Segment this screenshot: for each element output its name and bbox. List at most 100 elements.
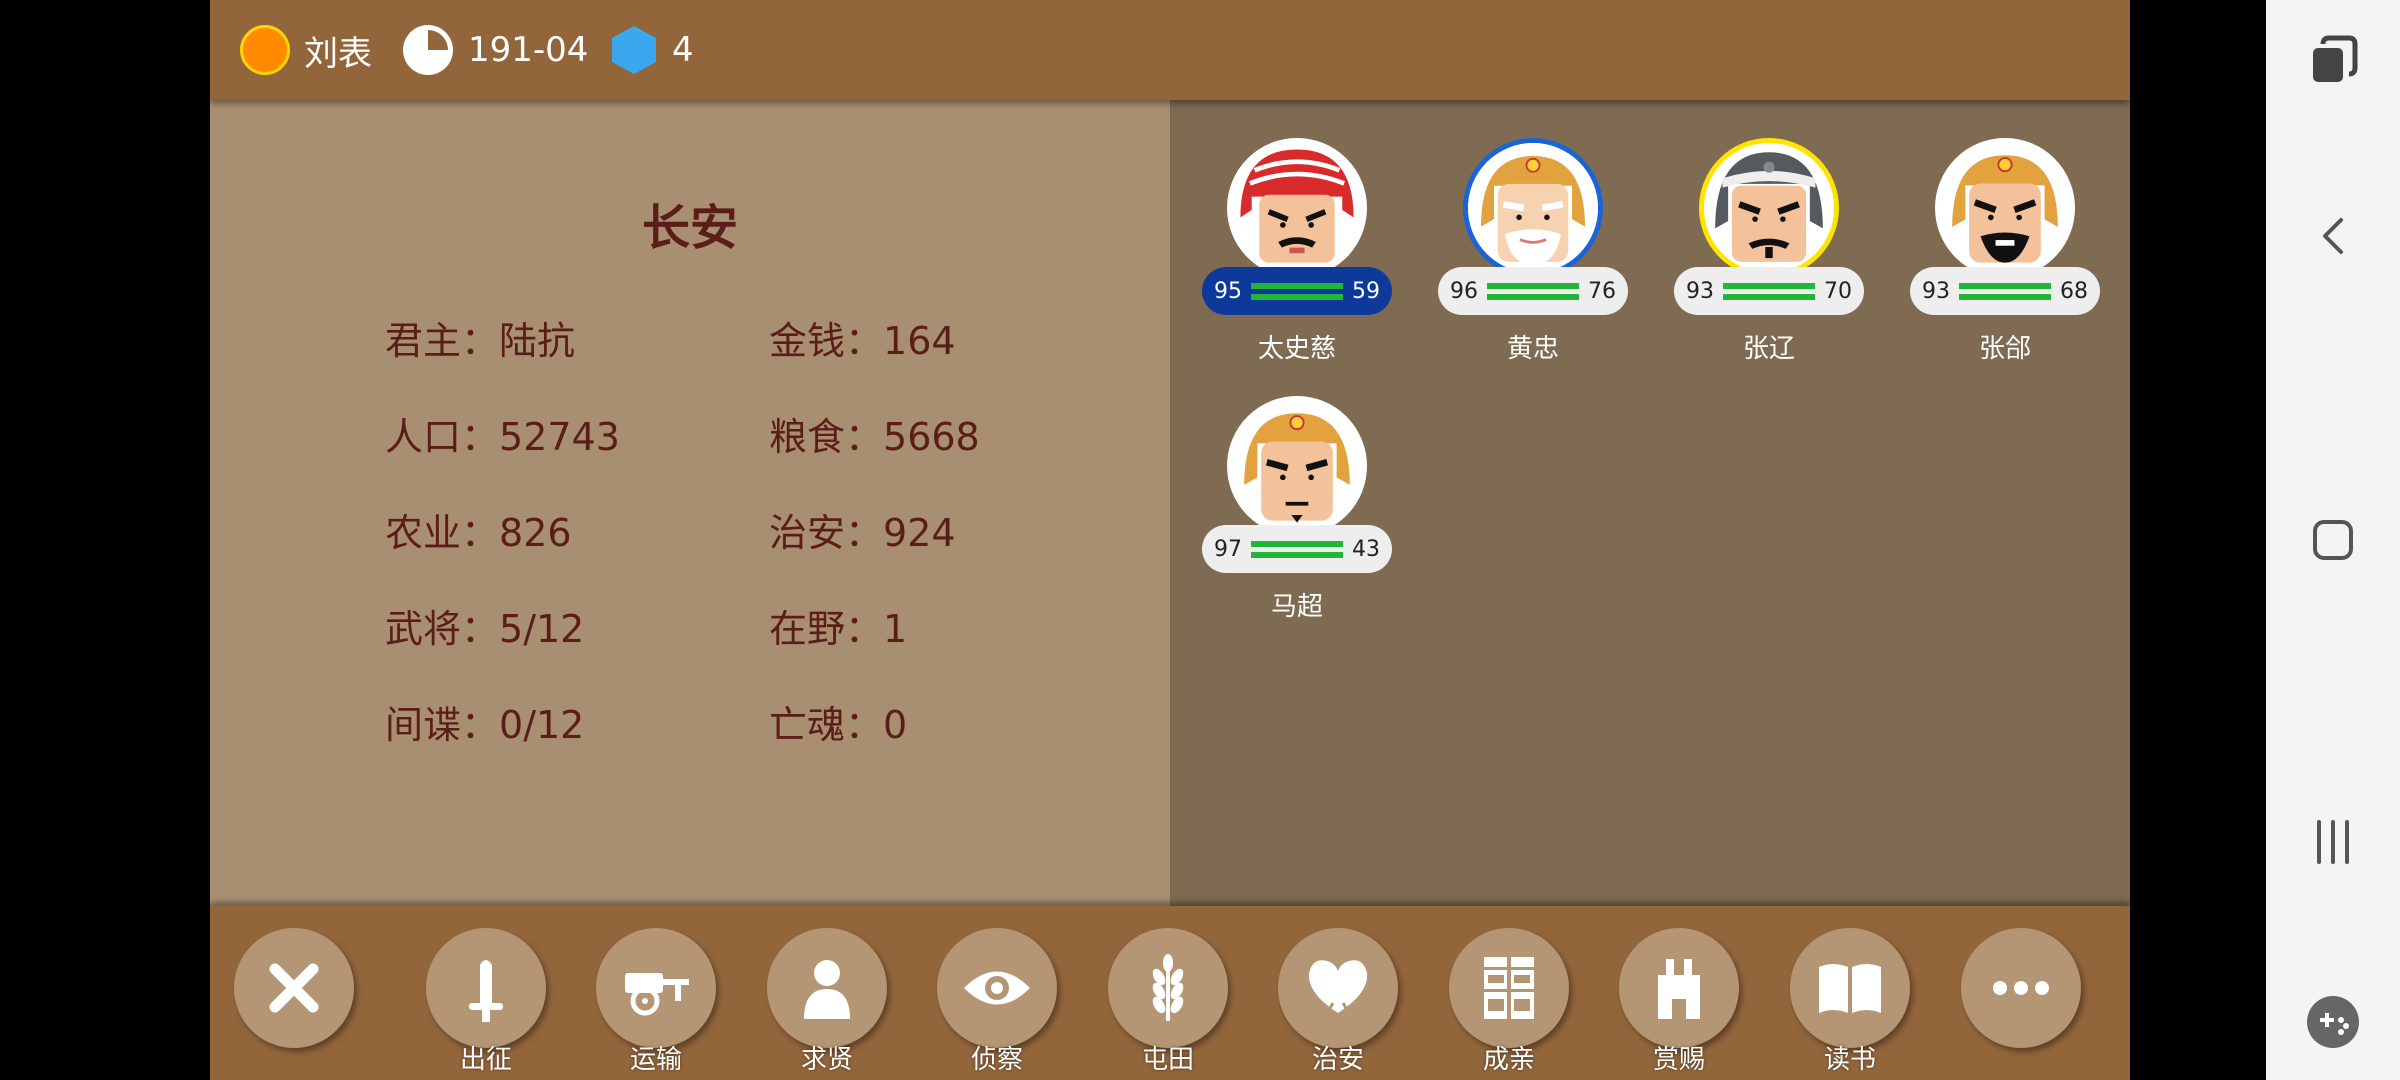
stat-value: 164: [883, 319, 956, 363]
multi-window-icon[interactable]: [2303, 30, 2363, 90]
action-recruit-button[interactable]: 求贤: [767, 928, 887, 1076]
general-card[interactable]: 93 70 张辽: [1674, 138, 1864, 378]
general-stat-left: 93: [1686, 278, 1714, 304]
top-status-bar: 刘表 191-04 4: [210, 0, 2130, 100]
general-ability-bars: [1723, 282, 1815, 300]
general-card[interactable]: 96 76 黄忠: [1438, 138, 1628, 378]
lord-indicator: 刘表: [240, 0, 372, 100]
action-label: 赏赐: [1652, 1045, 1705, 1075]
general-stat-right: 59: [1352, 278, 1380, 304]
gem-count: 4: [672, 30, 694, 70]
stat-label: 间谍：: [385, 703, 500, 747]
action-circle: [1278, 928, 1398, 1048]
action-label: 屯田: [1141, 1045, 1194, 1075]
general-card[interactable]: 95 59 太史慈: [1202, 138, 1392, 378]
stat-label: 人口：: [385, 415, 500, 459]
stat-label: 君主：: [385, 319, 500, 363]
stat-label: 农业：: [385, 511, 500, 555]
stat-value: 5/12: [499, 607, 585, 651]
home-icon[interactable]: [2303, 510, 2363, 570]
general-stat-bar: 93 68: [1910, 267, 2100, 315]
action-label: 侦察: [970, 1045, 1023, 1075]
action-study-button[interactable]: 读书: [1790, 928, 1910, 1076]
general-stat-right: 76: [1588, 278, 1616, 304]
recent-apps-icon[interactable]: [2303, 812, 2363, 872]
action-scout-button[interactable]: 侦察: [937, 928, 1057, 1076]
stat-value: 0/12: [499, 703, 585, 747]
city-name: 长安: [641, 200, 738, 256]
action-circle: [1449, 928, 1569, 1048]
more-button-circle: [1961, 928, 2081, 1048]
general-stat-right: 70: [1824, 278, 1852, 304]
back-icon[interactable]: [2303, 206, 2363, 266]
stat-label: 武将：: [385, 607, 500, 651]
city-info-panel: 长安 君主：陆抗 金钱：164 人口：52743 粮食：5668 农业：826 …: [210, 100, 1170, 906]
person-icon: [804, 960, 850, 1019]
action-label: 运输: [629, 1045, 682, 1075]
stat-security: 治安：924: [769, 502, 956, 557]
general-stat-bar: 95 59: [1202, 267, 1392, 315]
lord-name: 刘表: [304, 33, 372, 74]
general-ability-bars: [1487, 282, 1579, 300]
action-label: 求贤: [800, 1045, 853, 1075]
more-dots-icon: [1993, 981, 2049, 995]
lord-color-icon: [240, 25, 290, 75]
game-date: 191-04: [468, 30, 589, 70]
general-stat-right: 43: [1352, 536, 1380, 562]
stat-value: 826: [499, 511, 572, 555]
action-circle: [1108, 928, 1228, 1048]
close-button[interactable]: [234, 928, 354, 1076]
action-marriage-button[interactable]: 成亲: [1449, 928, 1569, 1076]
double-happiness-icon: [1484, 957, 1534, 1019]
stat-gold: 金钱：164: [769, 310, 956, 365]
stat-value: 924: [883, 511, 956, 555]
eye-icon: [964, 971, 1030, 1005]
stat-value: 陆抗: [499, 319, 576, 363]
stat-generals: 武将：5/12: [385, 598, 584, 653]
action-expedition-button[interactable]: 出征: [426, 928, 546, 1076]
general-stat-left: 93: [1922, 278, 1950, 304]
general-ability-bars: [1959, 282, 2051, 300]
game-tools-icon[interactable]: [2303, 992, 2363, 1052]
action-farm-button[interactable]: 屯田: [1108, 928, 1228, 1076]
action-circle: [1619, 928, 1739, 1048]
general-stat-left: 97: [1214, 536, 1242, 562]
action-toolbar: 出征 运输 求贤 侦察 屯田 治安 成亲 赏赐 读书: [210, 906, 2130, 1080]
general-name: 张郃: [1978, 334, 2031, 364]
action-circle: [1790, 928, 1910, 1048]
action-label: 读书: [1823, 1045, 1876, 1075]
cart-icon: [625, 973, 689, 1016]
general-portrait-young-icon: [1227, 396, 1367, 536]
action-circle: [426, 928, 546, 1048]
general-stat-right: 68: [2060, 278, 2088, 304]
action-label: 治安: [1311, 1045, 1364, 1075]
stat-value: 0: [883, 703, 908, 747]
close-button-circle: [234, 928, 354, 1048]
general-ability-bars: [1251, 540, 1343, 558]
action-label: 成亲: [1482, 1045, 1535, 1075]
stat-label: 治安：: [769, 511, 884, 555]
more-button[interactable]: [1961, 928, 2081, 1076]
general-stat-bar: 97 43: [1202, 525, 1392, 573]
stat-souls: 亡魂：0: [769, 694, 907, 749]
stat-label: 亡魂：: [769, 703, 884, 747]
action-reward-button[interactable]: 赏赐: [1619, 928, 1739, 1076]
general-name: 黄忠: [1506, 334, 1559, 364]
general-ability-bars: [1251, 282, 1343, 300]
game-screen: 刘表 191-04 4 长安 君主：陆抗 金钱：164 人口：52743 粮食：…: [210, 0, 2130, 1080]
gem-indicator: 4: [610, 0, 694, 100]
stat-population: 人口：52743: [385, 406, 620, 461]
sword-icon: [469, 960, 503, 1022]
general-name: 太史慈: [1257, 334, 1336, 364]
system-navigation-bar: [2266, 0, 2400, 1080]
action-transport-button[interactable]: 运输: [596, 928, 716, 1076]
general-card[interactable]: 93 68 张郃: [1910, 138, 2100, 378]
action-circle: [596, 928, 716, 1048]
action-security-button[interactable]: 治安: [1278, 928, 1398, 1076]
stat-spies: 间谍：0/12: [385, 694, 584, 749]
general-stat-left: 96: [1450, 278, 1478, 304]
hexagon-gem-icon: [612, 26, 656, 74]
general-name: 张辽: [1742, 334, 1795, 364]
general-card[interactable]: 97 43 马超: [1202, 396, 1392, 636]
stat-value: 1: [883, 607, 908, 651]
